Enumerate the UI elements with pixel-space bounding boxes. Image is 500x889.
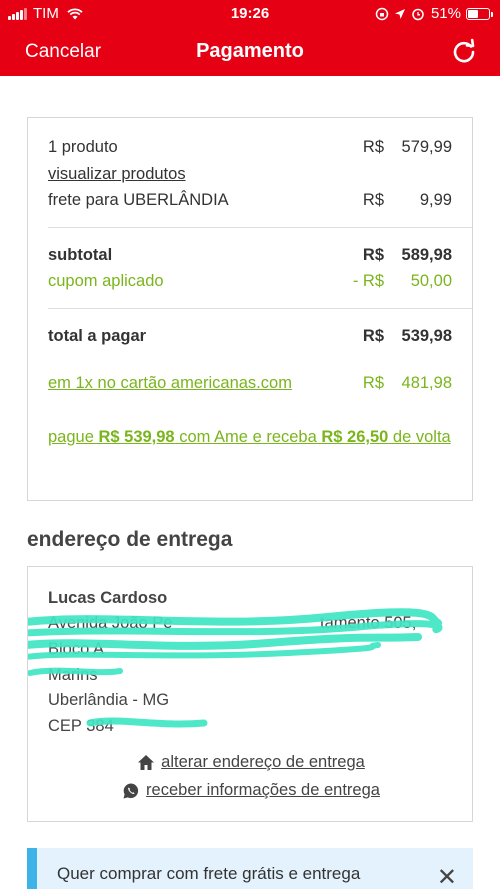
card-offer-amount: 481,98 [401, 374, 452, 392]
delivery-address-card: Lucas Cardoso Avenida João Pe tamento 50… [27, 566, 473, 822]
shipping-label: frete para UBERLÂNDIA [48, 191, 229, 209]
ame-cashback-link[interactable]: pague R$ 539,98 com Ame e receba R$ 26,5… [48, 424, 452, 450]
receive-info-link[interactable]: receber informações de entrega [28, 781, 474, 800]
home-icon [138, 755, 155, 771]
total-currency: R$ [362, 327, 384, 345]
total-amount: 539,98 [401, 327, 452, 345]
view-products-link[interactable]: visualizar produtos [48, 165, 186, 184]
cancel-button[interactable]: Cancelar [25, 41, 101, 63]
ame-price: R$ 539,98 [98, 428, 175, 446]
address-cep: CEP 384 [48, 717, 114, 735]
ame-text: pague [48, 428, 99, 446]
address-line-3: Marins [48, 666, 98, 684]
ame-cashback-amount: R$ 26,50 [321, 428, 389, 446]
status-right: 51% [375, 5, 493, 22]
delivery-section-title: endereço de entrega [27, 528, 233, 551]
shipping-currency: R$ [362, 191, 384, 209]
receive-info-label: receber informações de entrega [146, 781, 380, 799]
rotation-lock-icon [375, 7, 389, 20]
address-line-2: Bloco A [48, 640, 104, 658]
free-shipping-banner[interactable]: Quer comprar com frete grátis e entrega … [27, 848, 473, 889]
nav-bar: Cancelar Pagamento [0, 28, 500, 76]
card-offer-link[interactable]: em 1x no cartão americanas.com [48, 374, 292, 393]
address-city: Uberlândia - MG [48, 691, 170, 709]
address-line-1: Avenida João Pe [48, 614, 173, 632]
ame-text: com Ame e receba [174, 428, 322, 446]
banner-text: Quer comprar com frete grátis e entrega [57, 864, 361, 883]
shipping-amount: 9,99 [419, 191, 452, 209]
coupon-currency: - R$ [352, 272, 384, 290]
subtotal-label: subtotal [48, 246, 113, 264]
subtotal-currency: R$ [362, 246, 384, 264]
order-summary-card: 1 produto R$ 579,99 visualizar produtos … [27, 117, 473, 501]
products-amount: 579,99 [401, 138, 452, 156]
refresh-icon[interactable] [450, 38, 478, 66]
change-address-link[interactable]: alterar endereço de entrega [28, 753, 474, 772]
products-currency: R$ [362, 138, 384, 156]
recipient-name: Lucas Cardoso [48, 589, 168, 607]
ame-text: de volta [388, 428, 451, 446]
whatsapp-icon [123, 783, 139, 799]
change-address-label: alterar endereço de entrega [161, 753, 365, 771]
divider [48, 227, 472, 228]
address-line-1-end: tamento 505, [320, 614, 417, 632]
status-bar: TIM 19:26 51% [0, 0, 500, 28]
total-label: total a pagar [48, 327, 147, 345]
close-icon[interactable]: ✕ [437, 863, 457, 889]
divider [48, 308, 472, 309]
battery-percent: 51% [430, 5, 461, 22]
coupon-amount: 50,00 [410, 272, 452, 290]
card-offer-currency: R$ [362, 374, 384, 392]
alarm-icon [412, 8, 424, 20]
products-label: 1 produto [48, 138, 118, 156]
subtotal-amount: 589,98 [401, 246, 452, 264]
coupon-label: cupom aplicado [48, 272, 164, 290]
battery-icon [466, 7, 493, 20]
location-icon [394, 8, 405, 19]
